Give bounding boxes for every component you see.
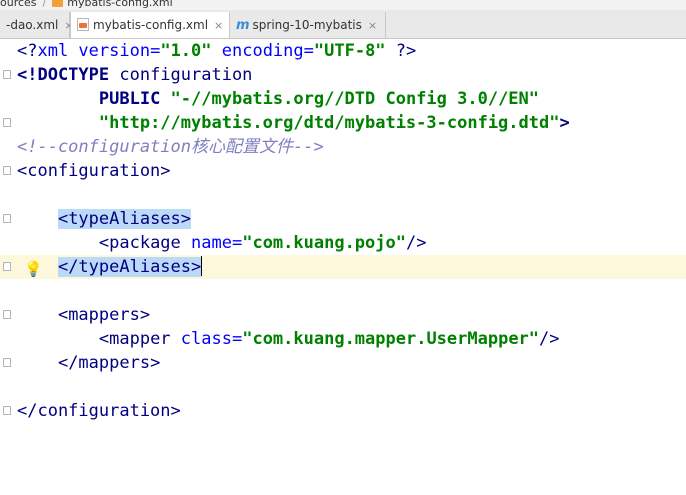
code-line: <configuration> (0, 159, 686, 183)
code-line: <mappers> (0, 303, 686, 327)
tab-label: spring-10-mybatis (252, 18, 362, 32)
text-caret (201, 256, 203, 276)
fold-marker-icon[interactable] (3, 118, 11, 127)
code-line: </mappers> (0, 351, 686, 375)
breadcrumb-item-file[interactable]: mybatis-config.xml (67, 0, 172, 9)
close-icon[interactable]: × (368, 19, 377, 32)
code-editor[interactable]: <?xml version="1.0" encoding="UTF-8" ?> … (0, 39, 686, 428)
tab-spring-10-mybatis[interactable]: m spring-10-mybatis × (230, 12, 386, 38)
module-m-icon: m (236, 18, 250, 33)
code-line: "http://mybatis.org/dtd/mybatis-3-config… (0, 111, 686, 135)
fold-marker-icon[interactable] (3, 214, 11, 223)
code-line-current: 💡 </typeAliases> (0, 255, 686, 279)
tab-label: mybatis-config.xml (93, 18, 209, 32)
fold-marker-icon[interactable] (3, 406, 11, 415)
tab-mybatis-config[interactable]: mybatis-config.xml × (70, 12, 230, 38)
code-line: <!DOCTYPE configuration (0, 63, 686, 87)
code-line: <mapper class="com.kuang.mapper.UserMapp… (98, 329, 560, 349)
fold-marker-icon[interactable] (3, 70, 11, 79)
tab-label: -dao.xml (6, 18, 59, 32)
breadcrumb-item-resources[interactable]: ources (0, 0, 37, 9)
breadcrumb-separator: / (42, 0, 47, 9)
code-line: <?xml version="1.0" encoding="UTF-8" ?> (17, 41, 417, 61)
tab-dao-xml[interactable]: -dao.xml × (0, 12, 74, 38)
code-line: <package name="com.kuang.pojo"/> (98, 233, 427, 253)
editor-tab-bar: -dao.xml × mybatis-config.xml × m spring-10… (0, 10, 686, 39)
code-line: </configuration> (0, 399, 686, 423)
code-line: <typeAliases> (0, 207, 686, 231)
fold-marker-icon[interactable] (3, 310, 11, 319)
fold-marker-icon[interactable] (3, 358, 11, 367)
code-line: PUBLIC "-//mybatis.org//DTD Config 3.0//… (98, 89, 540, 109)
xml-file-icon (52, 0, 64, 7)
fold-marker-icon[interactable] (3, 166, 11, 175)
xml-file-icon (77, 18, 89, 31)
fold-marker-icon[interactable] (3, 262, 11, 271)
close-icon[interactable]: × (214, 19, 223, 32)
code-line: <!--configuration核心配置文件--> (17, 137, 324, 157)
